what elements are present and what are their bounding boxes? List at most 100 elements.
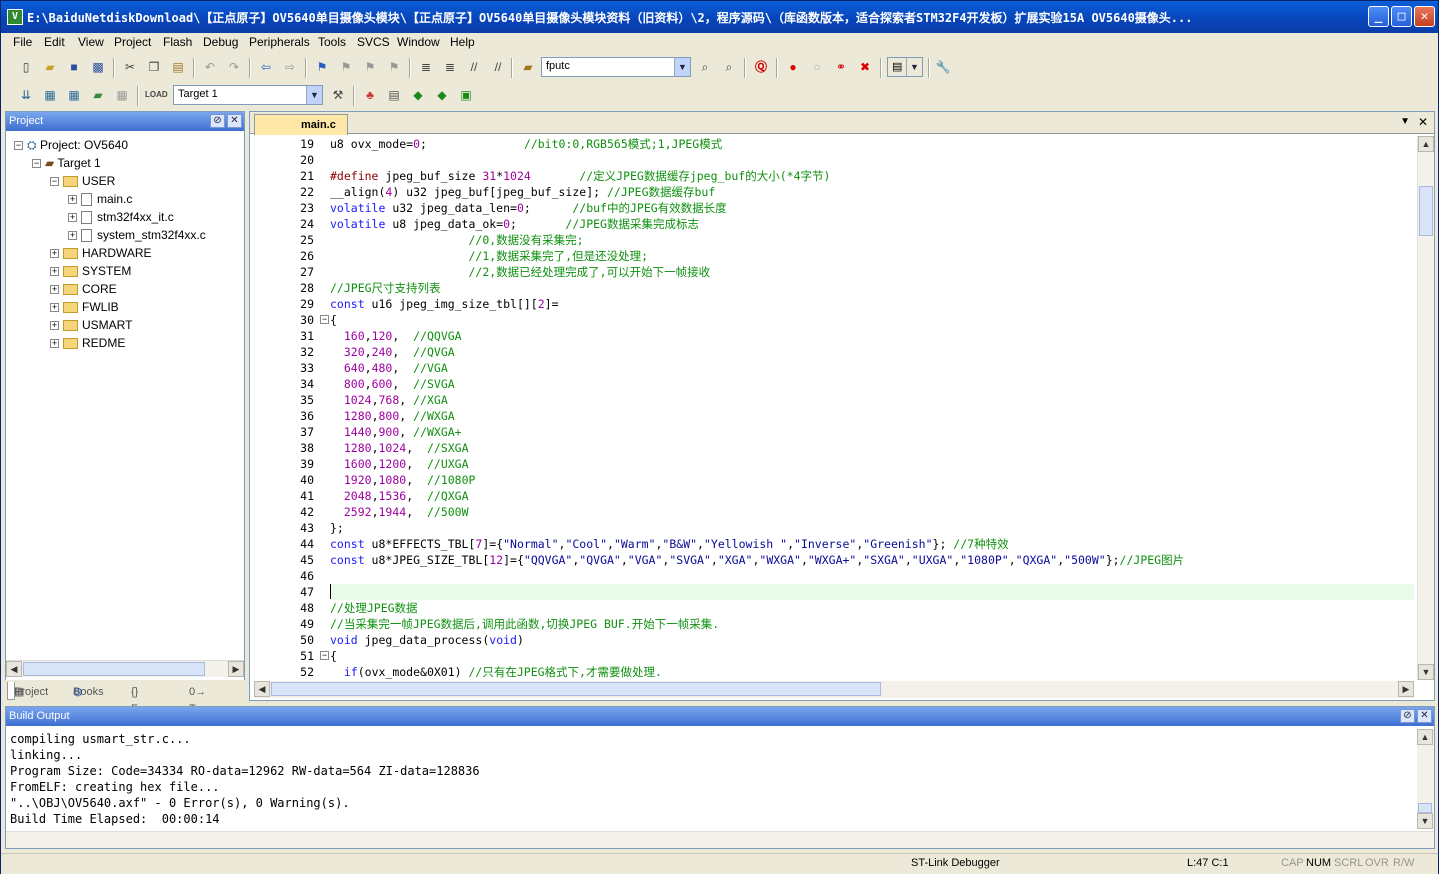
code-line[interactable]: 2048,1536, //QXGA (330, 488, 1414, 504)
menu-file[interactable]: File (13, 35, 32, 49)
code-line[interactable]: 1280,1024, //SXGA (330, 440, 1414, 456)
redo-icon[interactable]: ↷ (225, 58, 243, 76)
target-options-icon[interactable]: ⚒ (329, 86, 347, 104)
code-line[interactable]: //1,数据采集完了,但是还没处理; (330, 248, 1414, 264)
indent-icon[interactable]: ≣ (417, 58, 435, 76)
code-line[interactable]: }; (330, 520, 1414, 536)
find-combo[interactable]: fputc ▼ (541, 57, 691, 77)
build-hscrollbar[interactable] (6, 831, 1434, 848)
tree-project-root[interactable]: − ⛭ Project: OV5640 (14, 136, 128, 154)
menu-project[interactable]: Project (114, 35, 151, 49)
cut-icon[interactable]: ✂ (121, 58, 139, 76)
pin-icon[interactable]: ⊘ (1400, 709, 1415, 723)
code-line[interactable]: #define jpeg_buf_size 31*1024 //定义JPEG数据… (330, 168, 1414, 184)
code-line[interactable]: //当采集完一帧JPEG数据后,调用此函数,切换JPEG BUF.开始下一帧采集… (330, 616, 1414, 632)
breakpoint-icon[interactable]: ● (784, 58, 802, 76)
scroll-up-icon[interactable]: ▲ (1418, 136, 1434, 152)
menu-edit[interactable]: Edit (44, 35, 65, 49)
menu-flash[interactable]: Flash (163, 35, 192, 49)
code-line[interactable]: const u16 jpeg_img_size_tbl[][2]= (330, 296, 1414, 312)
maximize-button[interactable]: □ (1391, 6, 1412, 27)
code-line[interactable]: 800,600, //SVGA (330, 376, 1414, 392)
code-line[interactable] (330, 584, 1414, 600)
expand-icon[interactable]: + (68, 213, 77, 223)
scroll-down-icon[interactable]: ▼ (1418, 664, 1434, 680)
batch-build-icon[interactable]: ▰ (89, 86, 107, 104)
scroll-left-icon[interactable]: ◀ (6, 661, 22, 677)
stop-build-icon[interactable]: ▦ (113, 86, 131, 104)
code-line[interactable]: //0,数据没有采集完; (330, 232, 1414, 248)
manage-project-icon[interactable]: ♣ (361, 86, 379, 104)
fold-icon[interactable]: − (320, 315, 329, 324)
editor-vscrollbar[interactable]: ▲ ▼ (1417, 136, 1434, 680)
bookmark-icon[interactable]: ⚑ (313, 58, 331, 76)
scroll-thumb[interactable] (271, 682, 881, 696)
code-line[interactable]: 1440,900, //WXGA+ (330, 424, 1414, 440)
manage-components-icon[interactable]: ▤ (385, 86, 403, 104)
code-line[interactable]: void jpeg_data_process(void) (330, 632, 1414, 648)
code-line[interactable]: 2592,1944, //500W (330, 504, 1414, 520)
configure-icon[interactable]: 🔧 (934, 58, 952, 76)
code-line[interactable] (330, 568, 1414, 584)
find-icon[interactable]: ⌕ (696, 58, 714, 76)
download-icon[interactable]: LOAD (145, 86, 168, 104)
expand-icon[interactable]: + (68, 195, 77, 205)
breakpoint-disable-all-icon[interactable]: ⚭ (832, 58, 850, 76)
bookmark-prev-icon[interactable]: ⚑ (337, 58, 355, 76)
expand-icon[interactable]: + (50, 249, 59, 259)
code-line[interactable]: 1600,1200, //UXGA (330, 456, 1414, 472)
code-line[interactable]: 160,120, //QQVGA (330, 328, 1414, 344)
code-line[interactable]: const u8*JPEG_SIZE_TBL[12]={"QQVGA","QVG… (330, 552, 1414, 568)
tree-group-core[interactable]: + CORE (50, 280, 117, 298)
pack-installer-icon[interactable]: ◆ (433, 86, 451, 104)
tree-group-redme[interactable]: + REDME (50, 334, 125, 352)
tree-group-usmart[interactable]: + USMART (50, 316, 132, 334)
code-line[interactable]: 1024,768, //XGA (330, 392, 1414, 408)
incremental-find-icon[interactable]: ⌕ (720, 58, 738, 76)
target-combo[interactable]: Target 1 ▼ (173, 85, 323, 105)
menu-help[interactable]: Help (450, 35, 475, 49)
menu-svcs[interactable]: SVCS (357, 35, 390, 49)
chevron-down-icon[interactable]: ▼ (906, 58, 922, 76)
tab-main-c[interactable]: main.c (254, 114, 348, 135)
undo-icon[interactable]: ↶ (201, 58, 219, 76)
scroll-right-icon[interactable]: ▶ (1398, 681, 1414, 697)
bookmark-next-icon[interactable]: ⚑ (361, 58, 379, 76)
code-line[interactable]: //处理JPEG数据 (330, 600, 1414, 616)
code-line[interactable]: 1920,1080, //1080P (330, 472, 1414, 488)
scroll-thumb[interactable] (23, 662, 205, 676)
expand-icon[interactable]: + (68, 231, 77, 241)
translate-icon[interactable]: ⇊ (17, 86, 35, 104)
select-pack-icon[interactable]: ◆ (409, 86, 427, 104)
tree-file-it[interactable]: + stm32f4xx_it.c (68, 208, 174, 226)
nav-back-icon[interactable]: ⇦ (257, 58, 275, 76)
code-line[interactable]: __align(4) u32 jpeg_buf[jpeg_buf_size]; … (330, 184, 1414, 200)
rebuild-icon[interactable]: ▦ (65, 86, 83, 104)
tab-functions[interactable]: {} Func... (125, 682, 165, 715)
tab-templates[interactable]: 0→ Tem... (183, 682, 219, 715)
expand-icon[interactable]: + (50, 321, 59, 331)
tree-group-fwlib[interactable]: + FWLIB (50, 298, 119, 316)
code-line[interactable]: //2,数据已经处理完成了,可以开始下一帧接收 (330, 264, 1414, 280)
bookmark-clear-icon[interactable]: ⚑ (385, 58, 403, 76)
menu-view[interactable]: View (78, 35, 104, 49)
tree-group-system[interactable]: + SYSTEM (50, 262, 131, 280)
close-tab-icon[interactable]: ✕ (1418, 115, 1428, 129)
chevron-down-icon[interactable]: ▼ (674, 58, 690, 76)
code-line[interactable]: if(ovx_mode&0X01) //只有在JPEG格式下,才需要做处理. (330, 664, 1414, 680)
find-in-files-icon[interactable]: ▰ (519, 58, 537, 76)
window-layout-button[interactable]: ▤ ▼ (887, 57, 923, 77)
debug-session-icon[interactable]: Ⓠ (752, 58, 770, 76)
tree-file-main[interactable]: + main.c (68, 190, 132, 208)
code-line[interactable]: { (330, 648, 1414, 664)
save-all-icon[interactable]: ▩ (89, 58, 107, 76)
breakpoint-disable-icon[interactable]: ○ (808, 58, 826, 76)
nav-forward-icon[interactable]: ⇨ (281, 58, 299, 76)
scroll-right-icon[interactable]: ▶ (228, 661, 244, 677)
expand-icon[interactable]: + (50, 285, 59, 295)
code-line[interactable]: 1280,800, //WXGA (330, 408, 1414, 424)
tree-group-hardware[interactable]: + HARDWARE (50, 244, 152, 262)
scroll-up-icon[interactable]: ▲ (1417, 729, 1433, 745)
paste-icon[interactable]: ▤ (169, 58, 187, 76)
menu-debug[interactable]: Debug (203, 35, 238, 49)
